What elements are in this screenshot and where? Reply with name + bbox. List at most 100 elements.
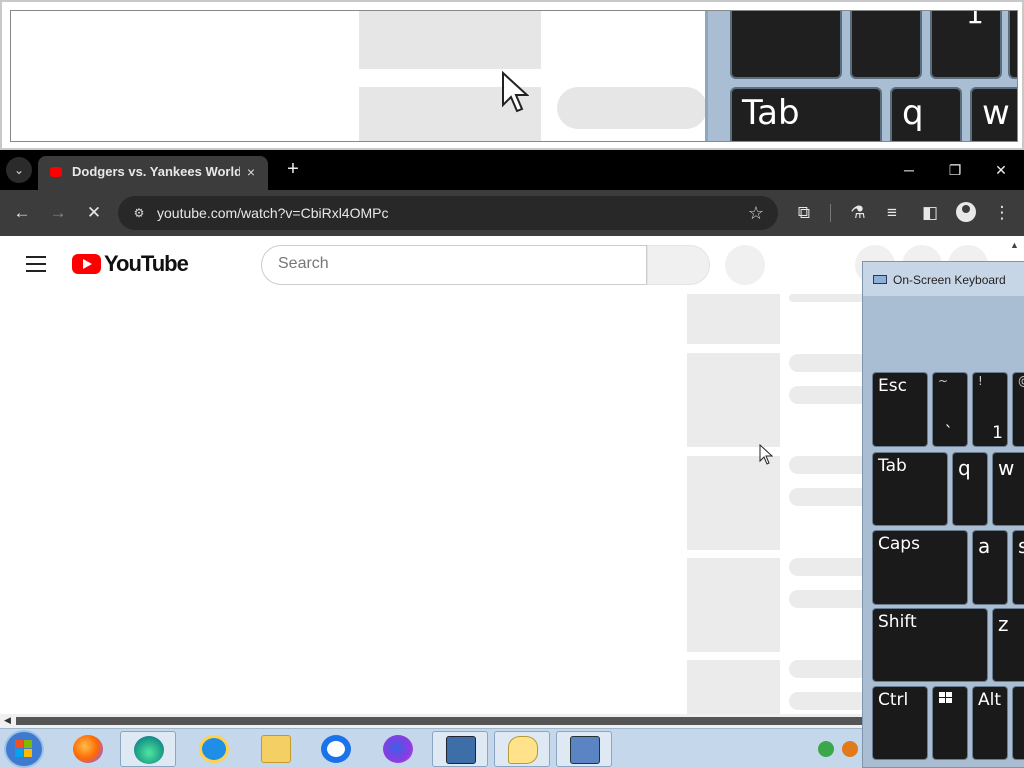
magnified-key <box>1008 11 1017 79</box>
osk-key-tab[interactable]: Tab <box>872 452 948 526</box>
new-tab-button[interactable]: + <box>282 158 304 180</box>
search-button[interactable] <box>647 245 710 285</box>
folder-icon <box>261 735 291 763</box>
osk-key-1[interactable]: ! 1 <box>972 372 1008 447</box>
osk-key-a[interactable]: a <box>972 530 1008 605</box>
magnified-key <box>850 11 922 79</box>
osk-key-q[interactable]: q <box>952 452 988 526</box>
magnified-cursor-icon <box>502 71 529 113</box>
taskbar-edge[interactable] <box>120 731 176 767</box>
osk-key-s[interactable]: s <box>1012 530 1024 605</box>
osk-key-z[interactable]: z <box>992 608 1024 682</box>
browser-toolbar: ← → ✕ ⚙ youtube.com/watch?v=CbiRxl4OMPc … <box>0 190 1024 236</box>
bookmark-star-icon[interactable]: ☆ <box>748 203 764 224</box>
profile-avatar-icon[interactable] <box>956 202 976 222</box>
osk-key-alt[interactable]: Alt <box>972 686 1008 760</box>
taskbar-on-screen-keyboard[interactable] <box>556 731 612 767</box>
horizontal-scrollbar[interactable]: ◀ <box>0 714 862 728</box>
osk-key-2[interactable]: @ <box>1012 372 1024 447</box>
skeleton-thumbnail <box>687 558 780 652</box>
skeleton-thumbnail <box>687 353 780 447</box>
firefox-icon <box>73 735 103 763</box>
skeleton-line <box>789 294 869 302</box>
start-button-icon[interactable] <box>4 730 44 768</box>
magnified-key-q: q <box>890 87 962 141</box>
osk-key[interactable] <box>1012 686 1024 760</box>
restore-button[interactable]: ❐ <box>932 150 978 190</box>
skeleton-thumbnail <box>687 456 780 550</box>
tab-title: Dodgers vs. Yankees World Series <box>72 164 240 179</box>
scrollbar-thumb[interactable] <box>16 717 862 725</box>
taskbar-internet-explorer[interactable] <box>186 731 242 767</box>
osk-key-windows[interactable] <box>932 686 968 760</box>
magnified-skeleton-line <box>557 87 707 129</box>
chrome-icon <box>321 735 351 763</box>
taskbar-file-explorer[interactable] <box>248 731 304 767</box>
site-info-icon[interactable]: ⚙ <box>130 204 148 222</box>
extensions-icon[interactable]: ⧉ <box>792 201 816 225</box>
stop-loading-button[interactable]: ✕ <box>82 201 106 225</box>
magnifier-window: 1 Tab q w <box>0 0 1024 150</box>
magnified-key-1: 1 <box>930 11 1002 79</box>
forward-button[interactable]: → <box>46 201 70 225</box>
tray-network-icon[interactable] <box>818 741 834 757</box>
skeleton-line <box>789 354 869 372</box>
keyboard-icon <box>873 275 887 284</box>
tab-search-button[interactable]: ⌄ <box>6 157 32 183</box>
osk-key-w[interactable]: w <box>992 452 1024 526</box>
youtube-logo-icon[interactable] <box>72 254 101 274</box>
address-bar[interactable]: ⚙ youtube.com/watch?v=CbiRxl4OMPc ☆ <box>118 196 778 230</box>
scroll-left-arrow-icon[interactable]: ◀ <box>4 715 11 726</box>
tab-active[interactable]: Dodgers vs. Yankees World Series × <box>38 156 268 190</box>
taskbar-chrome[interactable] <box>308 731 364 767</box>
skeleton-line <box>789 386 869 404</box>
magnifier-lens: 1 Tab q w <box>10 10 1018 142</box>
browser-tab-strip: ⌄ Dodgers vs. Yankees World Series × + ─… <box>0 150 1024 190</box>
skeleton-line <box>789 558 869 576</box>
osk-title: On-Screen Keyboard <box>893 273 1006 287</box>
taskbar-firefox[interactable] <box>60 731 116 767</box>
taskbar <box>0 728 862 768</box>
speech-bubble-icon <box>508 736 538 764</box>
osk-key-tilde[interactable]: ~ ` <box>932 372 968 447</box>
scroll-up-arrow-icon[interactable]: ▲ <box>1010 240 1019 250</box>
skeleton-thumbnail <box>687 294 780 344</box>
labs-icon[interactable]: ⚗ <box>846 201 870 225</box>
chrome-menu-icon[interactable]: ⋮ <box>990 201 1014 225</box>
hamburger-menu-icon[interactable] <box>26 256 46 272</box>
desktop: 1 Tab q w ⌄ Dodgers vs. Yankees World Se… <box>0 0 1024 768</box>
osk-key-shift[interactable]: Shift <box>872 608 988 682</box>
tab-close-icon[interactable]: × <box>242 163 260 181</box>
media-control-icon[interactable]: ≡ <box>880 201 904 225</box>
close-window-button[interactable]: ✕ <box>978 150 1024 190</box>
magnified-key-w: w <box>970 87 1017 141</box>
skeleton-line <box>789 456 869 474</box>
firefox-dev-icon <box>383 735 413 763</box>
voice-search-placeholder <box>725 245 765 285</box>
magnifier-icon <box>446 736 476 764</box>
youtube-logo-text[interactable]: YouTube <box>104 251 189 277</box>
search-input[interactable] <box>278 255 628 273</box>
magnified-key <box>730 11 842 79</box>
taskbar-magnifier[interactable] <box>432 731 488 767</box>
back-button[interactable]: ← <box>10 201 34 225</box>
skeleton-line <box>789 590 869 608</box>
youtube-favicon-icon <box>50 167 62 177</box>
osk-key-caps[interactable]: Caps <box>872 530 968 605</box>
toolbar-divider <box>830 204 831 222</box>
magnified-keyboard: 1 Tab q w <box>705 11 1017 141</box>
taskbar-firefox-dev[interactable] <box>370 731 426 767</box>
skeleton-line <box>789 488 869 506</box>
url-text[interactable]: youtube.com/watch?v=CbiRxl4OMPc <box>157 205 389 221</box>
search-box[interactable] <box>261 245 647 285</box>
minimize-button[interactable]: ─ <box>886 150 932 190</box>
osk-title-bar[interactable]: On-Screen Keyboard <box>863 262 1024 296</box>
skeleton-thumbnail <box>687 660 780 714</box>
osk-key-ctrl[interactable]: Ctrl <box>872 686 928 760</box>
keyboard-icon <box>570 736 600 764</box>
tray-search-icon[interactable] <box>842 741 858 757</box>
taskbar-speech[interactable] <box>494 731 550 767</box>
osk-key-esc[interactable]: Esc <box>872 372 928 447</box>
mouse-cursor-icon <box>759 444 773 465</box>
side-panel-icon[interactable]: ◧ <box>918 201 942 225</box>
